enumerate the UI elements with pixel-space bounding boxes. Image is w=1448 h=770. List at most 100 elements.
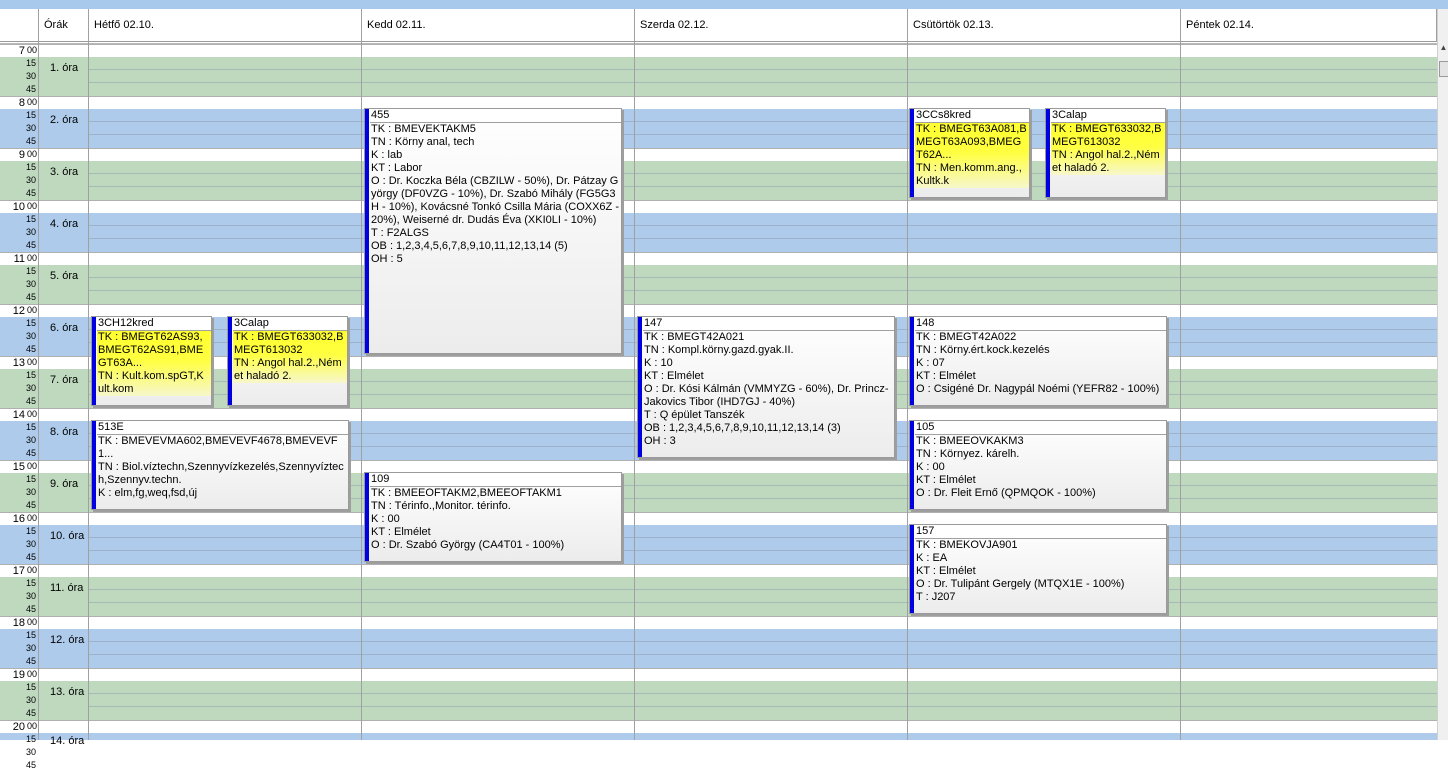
ora-band[interactable]	[0, 213, 1437, 252]
ora-band[interactable]	[0, 161, 1437, 200]
ora-band[interactable]	[0, 525, 1437, 564]
event-body: TK : BMEEOVKAKM3 TN : Környez. kárelh. K :…	[915, 435, 1166, 500]
minute-label: 30	[25, 591, 36, 601]
ora-label: 3. óra	[50, 166, 79, 178]
minute-label: 45	[25, 188, 36, 198]
column-divider	[361, 9, 362, 740]
minute-label: 30	[25, 123, 36, 133]
minute-label: 15	[25, 526, 36, 536]
minute-label: 15	[25, 630, 36, 640]
hour-label: 13 00	[12, 357, 37, 369]
event-body: TK : BMEGT42A022 TN : Körny.ért.kock.keze…	[915, 331, 1166, 396]
hour-separator	[0, 564, 1437, 565]
event-body: TK : BMEEOFTAKM2,BMEEOFTAKM1 TN : Térinfo…	[370, 487, 621, 552]
event-card-cs-157[interactable]: 157 TK : BMEKOVJA901 K : EA KT : Elmélet O :…	[909, 524, 1167, 614]
event-color-bar	[365, 109, 369, 353]
event-card-cs-3calap[interactable]: 3Calap TK : BMEGT633032,BMEGT613032 TN : A…	[1045, 108, 1166, 198]
event-line: TN : Men.komm.ang.,Kultk.k	[916, 162, 1022, 187]
ora-band-partial[interactable]	[0, 733, 1437, 740]
scroll-up-icon[interactable]: ▲	[1439, 43, 1448, 52]
event-line: TK : BMEEOFTAKM2,BMEEOFTAKM1	[371, 487, 562, 499]
event-line: O : Dr. Kósi Kálmán (VMMYZG - 60%), Dr. …	[644, 383, 889, 408]
event-title: 109	[370, 473, 621, 487]
minute-label: 15	[25, 214, 36, 224]
minute-label: 30	[25, 71, 36, 81]
day-header-friday[interactable]: Péntek 02.14.	[1181, 9, 1437, 41]
orak-header[interactable]: Órák	[39, 9, 89, 41]
event-line: TK : BMEGT63A081,BMEGT63A093,BMEGT62A...	[916, 123, 1027, 161]
event-line: TK : BMEGT42A022	[916, 331, 1017, 343]
minute-label: 30	[25, 695, 36, 705]
event-line: TK : BMEVEKTAKM5	[371, 123, 476, 135]
hour-separator	[0, 96, 1437, 97]
event-card-h-3ch12kred[interactable]: 3CH12kred TK : BMEGT62AS93,BMEGT62AS91,BM…	[91, 316, 212, 406]
minute-label: 15	[25, 58, 36, 68]
ora-band[interactable]	[0, 681, 1437, 720]
minute-label: 15	[25, 162, 36, 172]
event-line: TN : Kompl.körny.gazd.gyak.II.	[644, 344, 794, 356]
minute-label: 30	[25, 643, 36, 653]
ora-band[interactable]	[0, 629, 1437, 668]
event-line: TK : BMEEOVKAKM3	[916, 435, 1024, 447]
event-line: OH : 5	[371, 253, 403, 265]
event-line: K : 00	[916, 461, 945, 473]
quarter-line	[88, 537, 1437, 538]
calendar-header: Órák Hétfő 02.10. Kedd 02.11. Szerda 02.…	[0, 9, 1437, 44]
day-header-thursday[interactable]: Csütörtök 02.13.	[908, 9, 1181, 41]
day-header-monday[interactable]: Hétfő 02.10.	[89, 9, 362, 41]
event-title: 148	[915, 317, 1166, 331]
minute-label: 45	[25, 500, 36, 510]
minute-label: 45	[25, 604, 36, 614]
quarter-line	[88, 82, 1437, 83]
minute-label: 15	[25, 370, 36, 380]
quarter-line	[88, 589, 1437, 590]
quarter-line	[88, 602, 1437, 603]
ora-band[interactable]	[0, 577, 1437, 616]
ora-band[interactable]	[0, 57, 1437, 96]
ora-label: 1. óra	[50, 62, 79, 74]
event-color-bar	[1046, 109, 1050, 197]
event-card-k-109[interactable]: 109 TK : BMEEOFTAKM2,BMEEOFTAKM1 TN : Téri…	[364, 472, 622, 562]
event-title: 455	[370, 109, 621, 123]
event-card-cs-105[interactable]: 105 TK : BMEEOVKAKM3 TN : Környez. kárelh.…	[909, 420, 1167, 510]
quarter-line	[88, 173, 1437, 174]
event-color-bar	[365, 473, 369, 561]
event-card-h-513e[interactable]: 513E TK : BMEVEVMA602,BMEVEVF4678,BMEVEVF…	[91, 420, 349, 510]
title-strip	[0, 0, 1448, 9]
hour-label: 15 00	[12, 461, 37, 473]
hour-separator	[0, 720, 1437, 721]
minute-label: 45	[25, 344, 36, 354]
minute-label: 15	[25, 578, 36, 588]
day-header-tuesday[interactable]: Kedd 02.11.	[362, 9, 635, 41]
quarter-line	[88, 134, 1437, 135]
event-body: TK : BMEGT42A021 TN : Kompl.körny.gazd.gy…	[643, 331, 894, 448]
day-header-wednesday[interactable]: Szerda 02.12.	[635, 9, 908, 41]
hour-label: 18 00	[12, 617, 37, 629]
hour-label: 12 00	[12, 305, 37, 317]
ora-label: 9. óra	[50, 478, 79, 490]
event-card-cs-148[interactable]: 148 TK : BMEGT42A022 TN : Körny.ért.kock.k…	[909, 316, 1167, 406]
event-color-bar	[638, 317, 642, 457]
scrollbar-thumb[interactable]	[1439, 61, 1448, 77]
event-color-bar	[910, 317, 914, 405]
ora-label: 12. óra	[50, 634, 85, 646]
minute-label: 45	[25, 84, 36, 94]
hour-separator	[0, 304, 1437, 305]
column-divider	[38, 9, 39, 740]
event-card-cs-3ccs8kred[interactable]: 3CCs8kred TK : BMEGT63A081,BMEGT63A093,BM…	[909, 108, 1030, 198]
event-card-sz-147[interactable]: 147 TK : BMEGT42A021 TN : Kompl.körny.gazd…	[637, 316, 895, 458]
event-line: TK : BMEGT633032,BMEGT613032	[234, 331, 344, 356]
minute-label: 45	[25, 292, 36, 302]
event-card-kedd-455[interactable]: 455 TK : BMEVEKTAKM5 TN : Körny anal, tech…	[364, 108, 622, 354]
ora-band[interactable]	[0, 265, 1437, 304]
event-line: O : Dr. Szabó György (CA4T01 - 100%)	[371, 539, 565, 551]
ora-band[interactable]	[0, 109, 1437, 148]
event-card-h-3calap[interactable]: 3Calap TK : BMEGT633032,BMEGT613032 TN : A…	[227, 316, 348, 406]
quarter-line	[88, 641, 1437, 642]
ora-label: 6. óra	[50, 322, 79, 334]
event-line: K : 07	[916, 357, 945, 369]
vertical-scrollbar[interactable]: ▲	[1437, 9, 1448, 740]
column-divider	[634, 9, 635, 740]
event-line: T : J207	[916, 591, 956, 603]
ora-label-partial: 14. óra	[50, 735, 85, 747]
